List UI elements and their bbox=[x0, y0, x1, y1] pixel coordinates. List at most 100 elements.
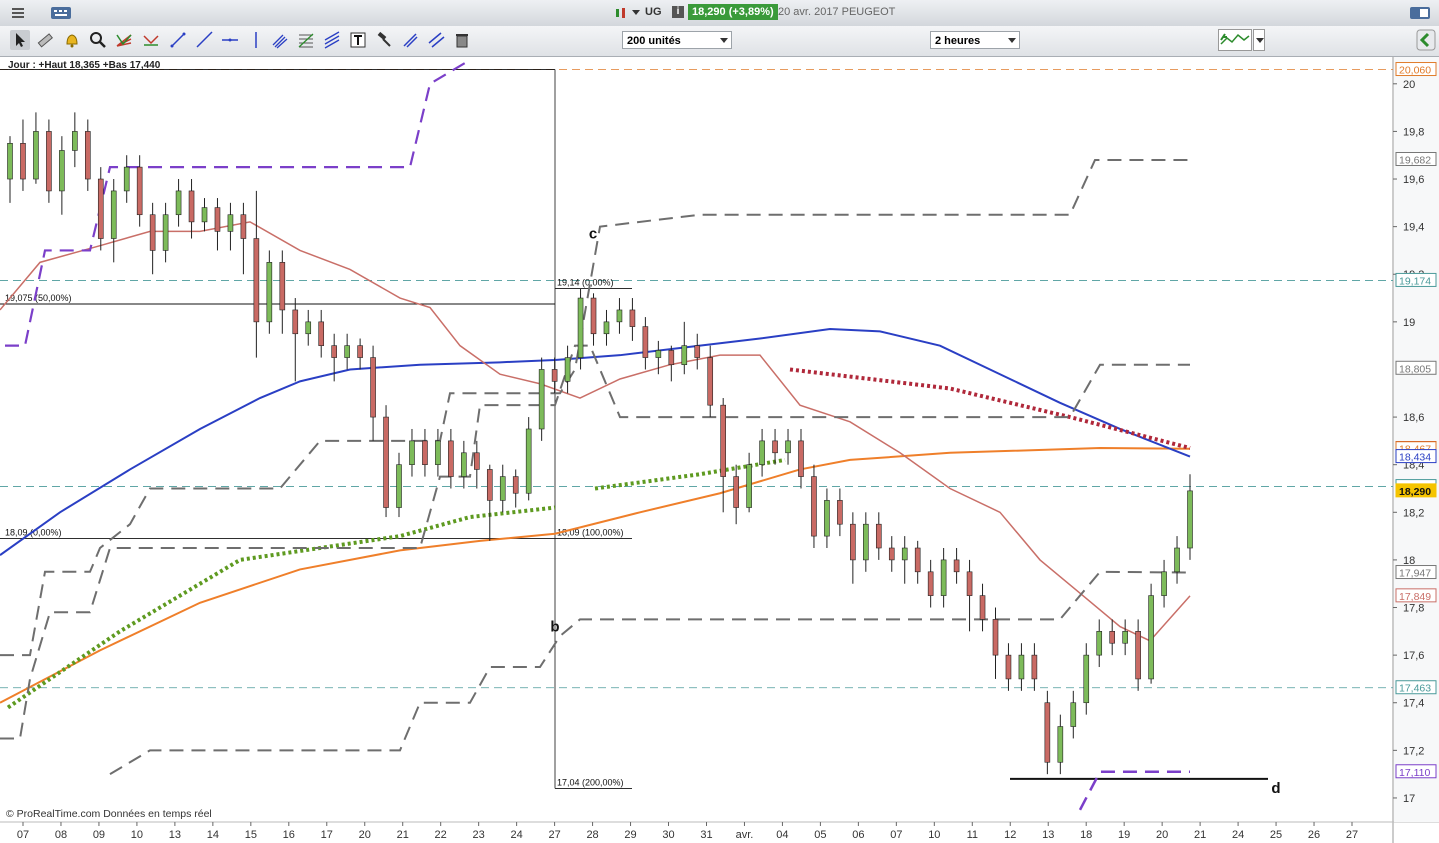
price-tag-label: 19,682 bbox=[1399, 155, 1431, 167]
candle-body bbox=[940, 559, 947, 596]
text-icon[interactable] bbox=[348, 30, 368, 50]
chevron-down-icon bbox=[1008, 38, 1016, 43]
x-tick-label: avr. bbox=[736, 829, 754, 841]
vertical-line-icon[interactable] bbox=[246, 30, 266, 50]
fibonacci-icon[interactable] bbox=[270, 30, 290, 50]
price-tag: 19,174 bbox=[1395, 272, 1437, 287]
candle-body bbox=[590, 297, 597, 335]
candle-body bbox=[603, 321, 610, 335]
candle-body bbox=[759, 440, 765, 465]
symbol-label[interactable]: UG bbox=[645, 6, 662, 18]
candle-body bbox=[1161, 571, 1167, 596]
candle-body bbox=[824, 500, 830, 537]
candle-body bbox=[966, 571, 973, 596]
x-tick-label: 20 bbox=[359, 829, 371, 841]
pencil-icon[interactable] bbox=[400, 30, 420, 50]
candle-body bbox=[162, 214, 169, 251]
candle-body bbox=[1148, 595, 1154, 680]
collapse-panel-icon[interactable] bbox=[1416, 29, 1436, 51]
channel-2-icon[interactable] bbox=[322, 30, 342, 50]
trend-channel-icon[interactable] bbox=[141, 30, 161, 50]
candle-body bbox=[175, 190, 182, 216]
candle-body bbox=[214, 207, 221, 232]
wave-label: c bbox=[589, 226, 597, 243]
price-tag: 17,947 bbox=[1395, 565, 1437, 580]
x-tick-label: 26 bbox=[1308, 829, 1320, 841]
candle-body bbox=[1109, 631, 1115, 644]
chart-type-icon[interactable] bbox=[614, 6, 628, 25]
candle-body bbox=[383, 416, 389, 508]
chevron-down-icon[interactable] bbox=[632, 10, 640, 15]
info-icon[interactable]: i bbox=[672, 6, 684, 18]
settings-icon[interactable] bbox=[10, 5, 26, 21]
candle-body bbox=[72, 131, 78, 151]
keyboard-icon[interactable] bbox=[50, 5, 72, 21]
candle-body bbox=[668, 350, 675, 366]
period-select[interactable]: 2 heures bbox=[930, 31, 1020, 49]
x-tick-label: 09 bbox=[93, 829, 105, 841]
line-icon[interactable] bbox=[168, 30, 188, 50]
candle-body bbox=[110, 190, 117, 239]
candle-body bbox=[707, 357, 714, 406]
parallel-icon[interactable] bbox=[426, 30, 446, 50]
candle-body bbox=[616, 309, 623, 323]
y-tick-label: 19,8 bbox=[1403, 126, 1424, 138]
x-tick-label: 27 bbox=[548, 829, 560, 841]
horizontal-line-icon[interactable] bbox=[220, 30, 240, 50]
pointer-icon[interactable] bbox=[10, 30, 30, 50]
zoom-icon[interactable] bbox=[88, 30, 108, 50]
candle-body bbox=[292, 309, 299, 335]
candle-body bbox=[1135, 631, 1141, 680]
candle-body bbox=[642, 326, 649, 358]
candle-body bbox=[136, 166, 143, 216]
indicators-icon[interactable] bbox=[1218, 29, 1252, 51]
candle-body bbox=[201, 207, 208, 223]
candle-body bbox=[629, 309, 636, 327]
fan-icon[interactable] bbox=[114, 30, 134, 50]
fib-label: 19,075 (50,00%) bbox=[5, 293, 72, 303]
candle-body bbox=[499, 476, 506, 501]
trash-icon[interactable] bbox=[452, 30, 472, 50]
candle-body bbox=[1122, 631, 1128, 644]
candle-body bbox=[422, 440, 428, 465]
price-tag: 19,682 bbox=[1395, 152, 1437, 167]
price-tag: 18,290 bbox=[1395, 483, 1437, 498]
price-tag-label: 18,805 bbox=[1399, 363, 1431, 375]
candle-body bbox=[318, 321, 325, 346]
candle-body bbox=[20, 143, 26, 180]
candle-body bbox=[149, 214, 156, 251]
indicators-dropdown[interactable] bbox=[1253, 29, 1265, 51]
price-change-badge: 18,290 (+3,89%) bbox=[688, 4, 778, 20]
candle-down bbox=[383, 405, 389, 518]
toggle-panel-icon[interactable] bbox=[1409, 5, 1431, 21]
candle-body bbox=[357, 345, 363, 358]
candle-body bbox=[123, 166, 130, 192]
candle-body bbox=[798, 440, 804, 477]
candle-body bbox=[772, 440, 778, 454]
price-tag-label: 17,463 bbox=[1399, 683, 1431, 695]
y-tick-label: 19,4 bbox=[1403, 222, 1424, 234]
candle-body bbox=[953, 559, 960, 573]
candle-body bbox=[525, 428, 532, 494]
x-tick-label: 27 bbox=[1346, 829, 1358, 841]
candle-body bbox=[512, 476, 519, 494]
hammer-icon[interactable] bbox=[374, 30, 394, 50]
x-tick-label: 24 bbox=[511, 829, 523, 841]
channel-icon[interactable] bbox=[296, 30, 316, 50]
units-select[interactable]: 200 unités bbox=[622, 31, 732, 49]
candle-body bbox=[370, 357, 376, 418]
y-tick-label: 17,6 bbox=[1403, 650, 1424, 662]
ruler-icon[interactable] bbox=[35, 30, 55, 50]
candle-body bbox=[227, 214, 234, 232]
candle-body bbox=[746, 464, 752, 508]
x-tick-label: 14 bbox=[207, 829, 219, 841]
x-tick-label: 22 bbox=[435, 829, 447, 841]
candle-body bbox=[681, 345, 688, 366]
candle-down bbox=[46, 119, 52, 203]
candle-body bbox=[448, 440, 454, 477]
ray-icon[interactable] bbox=[194, 30, 214, 50]
alarm-bell-icon[interactable] bbox=[62, 30, 82, 50]
price-chart[interactable]: 19,075 (50,00%)18,09 (0,00%)19,14 (0,00%… bbox=[0, 57, 1439, 843]
x-tick-label: 13 bbox=[1042, 829, 1054, 841]
price-tag-label: 18,290 bbox=[1399, 486, 1431, 498]
